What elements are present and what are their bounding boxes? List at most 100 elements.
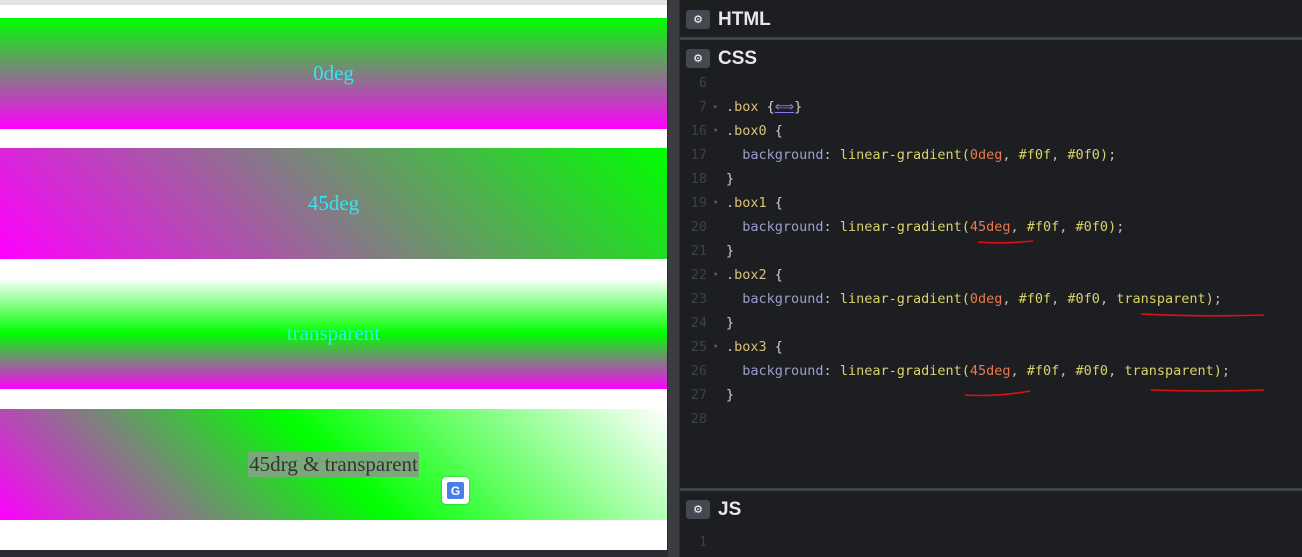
translate-button[interactable]: G: [442, 477, 469, 504]
code-text: background: linear-gradient(45deg, #f0f,…: [726, 359, 1230, 383]
code-text: }: [726, 383, 734, 407]
code-text: }: [726, 167, 734, 191]
line-number: 17: [690, 147, 707, 163]
code-line[interactable]: 24}: [680, 311, 1302, 335]
line-number: 24: [690, 315, 707, 331]
code-text: .box1 {: [726, 191, 783, 215]
code-token: 0deg: [969, 291, 1003, 307]
line-number: 25: [690, 339, 707, 355]
code-line[interactable]: 6: [680, 71, 1302, 95]
code-token: ,: [1099, 291, 1117, 307]
code-token: }: [726, 243, 735, 259]
css-code-editor[interactable]: 6 7 ▸ .box {⟺} 16 ▾ .box0 {17 background: line…: [680, 75, 1302, 487]
fold-expanded-icon[interactable]: ▾: [713, 263, 718, 287]
fold-expanded-icon[interactable]: ▾: [713, 119, 718, 143]
html-panel-header[interactable]: ⚙ HTML: [680, 1, 1302, 38]
code-token: {: [758, 99, 775, 115]
code-line[interactable]: 16 ▾ .box0 {: [680, 119, 1302, 143]
code-token: ,: [1059, 363, 1076, 379]
code-token: #0f0: [1067, 291, 1100, 307]
panel-title-html: HTML: [718, 8, 771, 30]
gradient-box-45deg-transparent: 45drg & transparent: [0, 409, 667, 520]
box-label-selected[interactable]: 45drg & transparent: [248, 452, 419, 477]
code-line[interactable]: 1: [680, 530, 1302, 554]
code-token: #f0f: [1026, 363, 1060, 379]
code-line[interactable]: 7 ▸ .box {⟺}: [680, 95, 1302, 119]
code-line[interactable]: 25 ▾ .box3 {: [680, 335, 1302, 359]
code-line[interactable]: 28: [680, 407, 1302, 431]
code-token: }: [726, 387, 735, 403]
code-line[interactable]: 23 background: linear-gradient(0deg, #f0…: [680, 287, 1302, 311]
code-token: ;: [1213, 291, 1222, 307]
js-code-editor[interactable]: 1: [680, 527, 1302, 557]
code-token: 45deg: [969, 363, 1011, 379]
code-token: linear-gradient(: [839, 147, 970, 163]
preview-bottom-scrollbar[interactable]: [0, 550, 667, 557]
code-text: .box {⟺}: [726, 95, 802, 119]
code-line[interactable]: 26 background: linear-gradient(45deg, #f…: [680, 359, 1302, 383]
code-token: {: [766, 339, 783, 355]
code-token: :: [823, 291, 840, 307]
line-number: 1: [698, 534, 707, 550]
code-token: ,: [1051, 147, 1068, 163]
code-token: #f0f: [1018, 147, 1052, 163]
gear-icon[interactable]: ⚙: [686, 500, 710, 519]
code-token: .box3: [726, 339, 767, 355]
code-token: transparent: [1116, 291, 1206, 307]
code-token: ,: [1010, 363, 1027, 379]
line-number: 28: [690, 411, 707, 427]
translate-icon: G: [447, 482, 464, 499]
code-token: #0f0: [1067, 147, 1100, 163]
fold-expanded-icon[interactable]: ▾: [713, 191, 718, 215]
line-number: 20: [690, 219, 707, 235]
code-token: ): [1205, 291, 1214, 307]
code-token: {: [766, 267, 783, 283]
code-token: .box2: [726, 267, 767, 283]
gear-icon[interactable]: ⚙: [686, 10, 710, 29]
code-token: 0deg: [969, 147, 1003, 163]
code-line[interactable]: 19 ▾ .box1 {: [680, 191, 1302, 215]
js-panel-header[interactable]: ⚙ JS: [680, 491, 1302, 528]
gradient-box-45deg: 45deg: [0, 148, 667, 259]
line-number: 19: [690, 195, 707, 211]
pane-resizer[interactable]: [667, 0, 680, 557]
code-token: {: [766, 123, 783, 139]
code-token: #f0f: [1026, 219, 1060, 235]
line-number: 6: [698, 75, 707, 91]
code-token: ;: [1108, 147, 1117, 163]
preview-top-edge: [0, 0, 667, 5]
line-number: 22: [690, 267, 707, 283]
code-text: background: linear-gradient(0deg, #f0f, …: [726, 287, 1222, 311]
code-token: }: [726, 315, 735, 331]
fold-collapsed-icon[interactable]: ▸: [713, 95, 718, 119]
code-token: #0f0: [1075, 363, 1109, 379]
result-preview: 0deg 45deg transparent 45drg & transpare…: [0, 0, 667, 550]
code-line[interactable]: 18}: [680, 167, 1302, 191]
code-token[interactable]: ⟺: [775, 99, 794, 115]
gear-icon[interactable]: ⚙: [686, 49, 710, 68]
line-number: 7: [698, 99, 707, 115]
fold-expanded-icon[interactable]: ▾: [713, 335, 718, 359]
code-token: .box: [726, 99, 759, 115]
code-token: #0f0: [1075, 219, 1109, 235]
box-label: 0deg: [313, 61, 354, 85]
code-line[interactable]: 17 background: linear-gradient(0deg, #f0…: [680, 143, 1302, 167]
code-token: ,: [1059, 219, 1076, 235]
code-line[interactable]: 20 background: linear-gradient(45deg, #f…: [680, 215, 1302, 239]
code-line[interactable]: 22 ▾ .box2 {: [680, 263, 1302, 287]
box-label: transparent: [286, 321, 381, 345]
code-text: .box0 {: [726, 119, 783, 143]
code-text: background: linear-gradient(45deg, #f0f,…: [726, 215, 1124, 239]
code-text: background: linear-gradient(0deg, #f0f, …: [726, 143, 1116, 167]
code-line[interactable]: 27}: [680, 383, 1302, 407]
code-token: ,: [1051, 291, 1068, 307]
panel-title-css: CSS: [718, 47, 758, 69]
code-token: ;: [1221, 363, 1231, 379]
code-token: }: [726, 171, 735, 187]
code-token: ,: [1002, 147, 1019, 163]
code-line[interactable]: 21}: [680, 239, 1302, 263]
line-number: 26: [690, 363, 707, 379]
code-token: ,: [1108, 363, 1125, 379]
code-token: .box0: [726, 123, 767, 139]
code-token: ;: [1116, 219, 1125, 235]
